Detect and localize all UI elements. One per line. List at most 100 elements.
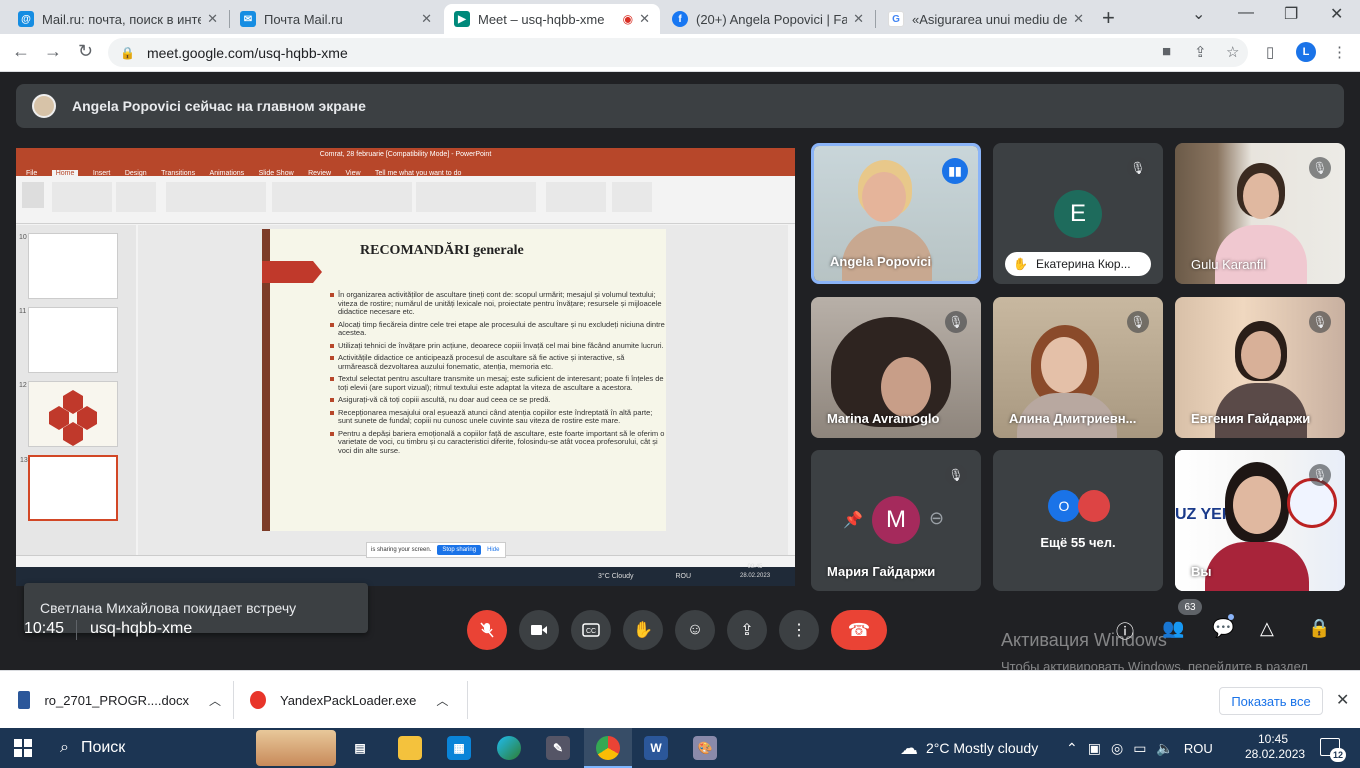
menu-kebab-icon[interactable]: ⋮ (1332, 43, 1347, 61)
avatar: O (1048, 490, 1080, 522)
chevron-up-icon[interactable]: ⌃ (1066, 740, 1078, 757)
profile-avatar[interactable]: L (1296, 42, 1316, 62)
participant-tile[interactable]: 🎙 📌 M ⊖ Мария Гайдаржи (811, 450, 981, 591)
hide-link[interactable]: Hide (487, 547, 499, 553)
camera-blocked-icon[interactable]: ■ (1162, 43, 1171, 60)
task-view-icon[interactable]: ▤ (348, 736, 372, 760)
pin-icon[interactable]: 📌 (843, 510, 863, 530)
webcam-icon[interactable]: ◎ (1111, 740, 1123, 757)
taskbar-search[interactable]: ⌕ Поиск (48, 728, 340, 768)
close-icon[interactable]: ✕ (639, 11, 650, 27)
download-filename: ro_2701_PROGR....docx (44, 692, 189, 708)
participant-name: Вы (1191, 564, 1212, 579)
show-all-downloads-button[interactable]: Показать все (1219, 687, 1323, 715)
tray-icons[interactable]: ⌃ ▣ ◎ ▭ 🔈 ROU (1066, 728, 1213, 768)
language-indicator[interactable]: ROU (1184, 741, 1213, 756)
browser-tab-google[interactable]: G «Asigurarea unui mediu de c ✕ (878, 4, 1094, 34)
mic-toggle-button[interactable] (467, 610, 507, 650)
activities-icon[interactable]: △ (1260, 618, 1274, 639)
chat-icon[interactable]: 💬 (1212, 618, 1234, 639)
network-app-icon[interactable]: ▣ (1088, 740, 1101, 757)
share-icon[interactable]: ⇪ (1194, 43, 1207, 61)
close-icon[interactable]: ✕ (1336, 690, 1349, 710)
slide-thumbnail[interactable]: 10 (19, 233, 118, 299)
word-doc-icon (18, 691, 31, 709)
google-icon: G (888, 11, 904, 27)
restore-button[interactable]: ❐ (1284, 4, 1298, 24)
slide-bullet: Textul selectat pentru ascultare transmi… (330, 374, 666, 392)
browser-tab-facebook[interactable]: f (20+) Angela Popovici | Facel ✕ (662, 4, 874, 34)
slide-thumbnail-selected[interactable]: 13 (20, 455, 118, 521)
lock-icon: 🔒 (120, 45, 135, 60)
raise-hand-button[interactable]: ✋ (623, 610, 663, 650)
host-controls-icon[interactable]: 🔒 (1308, 618, 1330, 639)
camera-toggle-button[interactable] (519, 610, 559, 650)
slide-bullet: În organizarea activităților de ascultar… (330, 290, 666, 317)
slide-number: 11 (19, 308, 27, 315)
word-icon[interactable]: W (644, 736, 668, 760)
shared-screen[interactable]: Comrat, 28 februarie [Compatibility Mode… (16, 148, 795, 586)
participant-tile[interactable]: 🎙 E ✋ Екатерина Кюр... (993, 143, 1163, 284)
self-tile[interactable]: UZ YER 🎙 Вы (1175, 450, 1345, 591)
emoji-icon: ☺ (686, 621, 704, 638)
minimize-button[interactable]: — (1238, 4, 1254, 22)
raised-hand-name-pill: ✋ Екатерина Кюр... (1005, 252, 1151, 276)
close-window-button[interactable]: ✕ (1330, 4, 1343, 24)
new-tab-button[interactable]: + (1102, 5, 1115, 31)
chevron-up-icon[interactable]: ︿ (436, 692, 448, 709)
participant-tile[interactable]: 🎙 Алина Дмитриевн... (993, 297, 1163, 438)
url-input[interactable]: 🔒 meet.google.com/usq-hqbb-xme (108, 38, 1248, 67)
paint-app-icon[interactable]: 🎨 (693, 736, 717, 760)
forward-button[interactable]: → (44, 41, 62, 62)
bookmark-star-icon[interactable]: ☆ (1226, 43, 1239, 61)
download-item[interactable]: YandexPackLoader.exe ︿ (250, 681, 468, 719)
remove-icon[interactable]: ⊖ (929, 508, 944, 529)
meet-controls-bar: 10:45 usq-hqbb-xme CC ✋ ☺ ⇪ ⋮ ☎ ⓘ 👥 63 💬… (0, 599, 1360, 670)
weather-widget[interactable]: ☁ 2°C Mostly cloudy (900, 728, 1038, 768)
browser-tab-mailru[interactable]: @ Mail.ru: почта, поиск в инте ✕ (8, 4, 228, 34)
reactions-button[interactable]: ☺ (675, 610, 715, 650)
chrome-icon[interactable] (596, 736, 620, 760)
more-options-button[interactable]: ⋮ (779, 610, 819, 650)
chevron-up-icon[interactable]: ︿ (209, 692, 221, 709)
file-explorer-icon[interactable] (398, 736, 422, 760)
meeting-code: usq-hqbb-xme (90, 620, 193, 637)
participant-tile[interactable]: 🎙 Евгения Гайдаржи (1175, 297, 1345, 438)
slide-thumbnails[interactable]: 10 11 12 13 (16, 225, 136, 555)
volume-icon[interactable]: 🔈 (1156, 740, 1173, 757)
close-icon[interactable]: ✕ (853, 11, 864, 27)
close-icon[interactable]: ✕ (207, 11, 218, 27)
close-icon[interactable]: ✕ (421, 11, 432, 27)
captions-button[interactable]: CC (571, 610, 611, 650)
side-panel-icon[interactable]: ▯ (1266, 43, 1274, 61)
participant-tile[interactable]: ▮▮ Angela Popovici (811, 143, 981, 284)
browser-tab-mail[interactable]: ✉ Почта Mail.ru ✕ (230, 4, 442, 34)
more-participants-tile[interactable]: O Ещё 55 чел. (993, 450, 1163, 591)
leave-call-button[interactable]: ☎ (831, 610, 887, 650)
video-body (1215, 225, 1307, 284)
mic-off-icon (480, 622, 494, 638)
meeting-info-icon[interactable]: ⓘ (1116, 618, 1134, 644)
reload-button[interactable]: ↻ (78, 41, 93, 62)
slide-thumbnail[interactable]: 11 (19, 307, 118, 373)
taskbar-clock[interactable]: 10:45 28.02.2023 (1245, 732, 1305, 762)
back-button[interactable]: ← (12, 41, 30, 62)
browser-tab-meet[interactable]: ▶ Meet – usq-hqbb-xme ◉ ✕ (444, 4, 660, 34)
hand-icon: ✋ (633, 622, 653, 639)
stop-sharing-button[interactable]: Stop sharing (437, 545, 482, 555)
participant-tile[interactable]: 🎙 Gulu Karanfil (1175, 143, 1345, 284)
windows-start-icon[interactable] (14, 739, 32, 757)
network-icon[interactable]: ▭ (1133, 740, 1146, 757)
present-button[interactable]: ⇪ (727, 610, 767, 650)
meeting-time: 10:45 (24, 620, 65, 637)
people-icon[interactable]: 👥 (1162, 618, 1184, 639)
participant-tile[interactable]: 🎙 Marina Avramoglo (811, 297, 981, 438)
download-item[interactable]: ro_2701_PROGR....docx ︿ (18, 681, 234, 719)
edge-icon[interactable] (497, 736, 521, 760)
tab-search-icon[interactable]: ⌄ (1192, 4, 1205, 24)
paint-icon[interactable]: ✎ (546, 736, 570, 760)
slide-thumbnail[interactable]: 12 (19, 381, 118, 447)
close-icon[interactable]: ✕ (1073, 11, 1084, 27)
tab-label: Почта Mail.ru (264, 11, 343, 27)
store-icon[interactable]: ▦ (447, 736, 471, 760)
